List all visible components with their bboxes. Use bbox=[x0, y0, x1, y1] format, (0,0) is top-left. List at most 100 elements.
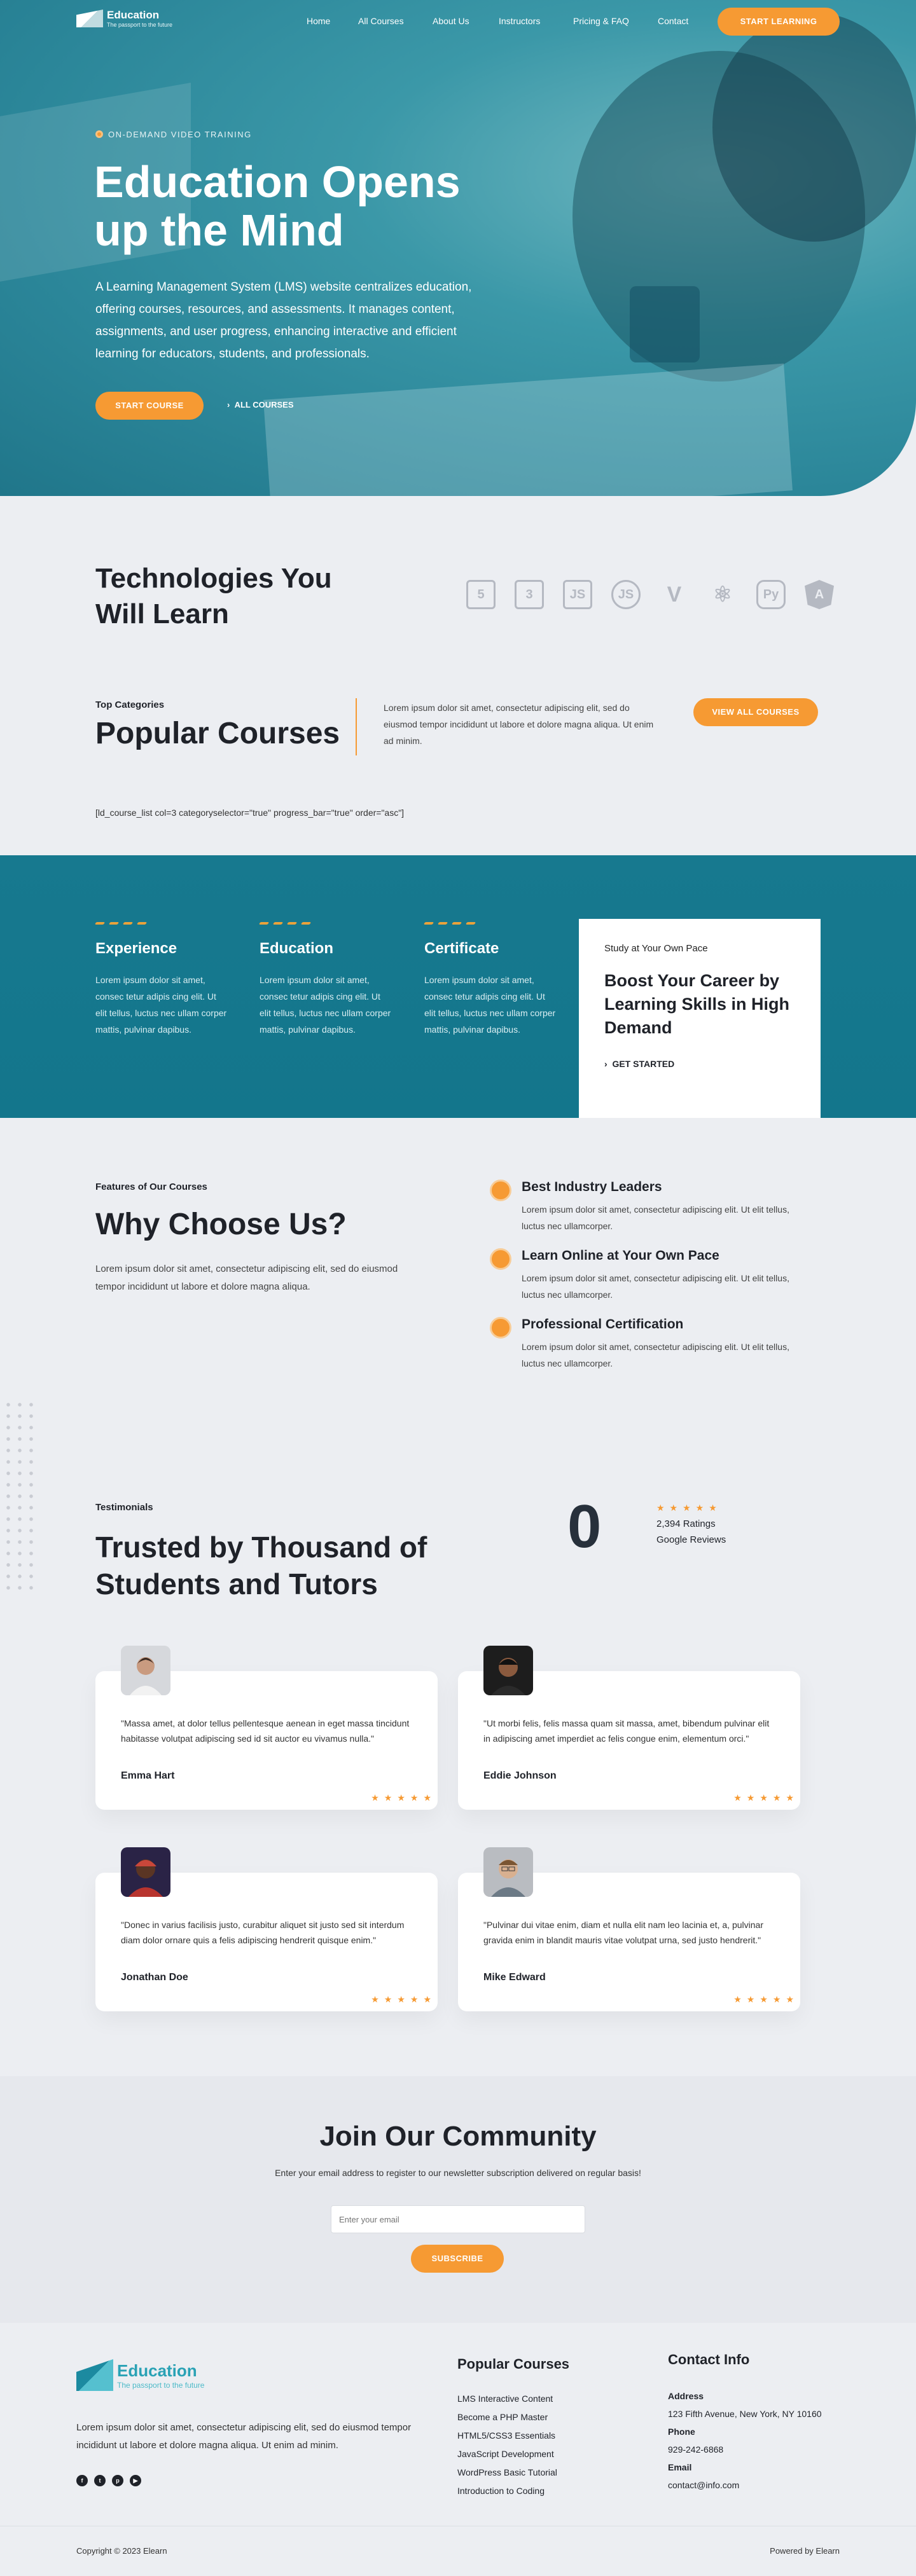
technologies-title: Technologies You Will Learn bbox=[95, 563, 332, 630]
testimonial-name: Eddie Johnson bbox=[483, 1770, 557, 1781]
technology-icons: 5 3 JS JS V ⚛ Py A bbox=[466, 580, 834, 609]
copyright: Copyright © 2023 Elearn bbox=[76, 2546, 167, 2556]
footer-logo[interactable]: Education The passport to the future bbox=[76, 2359, 204, 2391]
feature-text: Lorem ipsum dolor sit amet, consec tetur… bbox=[424, 975, 556, 1035]
feature-certificate: Certificate Lorem ipsum dolor sit amet, … bbox=[423, 922, 558, 1038]
why-item-text: Lorem ipsum dolor sit amet, consectetur … bbox=[522, 1273, 789, 1300]
nav-about-us[interactable]: About Us bbox=[433, 16, 469, 26]
nav-pricing-faq[interactable]: Pricing & FAQ bbox=[573, 16, 629, 26]
testimonial-card: "Pulvinar dui vitae enim, diam et nulla … bbox=[458, 1847, 800, 2011]
hero-paper-shape bbox=[263, 363, 793, 496]
star-rating-icon: ★★★★★ bbox=[371, 1793, 436, 1803]
react-icon: ⚛ bbox=[712, 582, 733, 607]
testimonial-card: "Donec in varius facilisis justo, curabi… bbox=[95, 1847, 438, 2011]
ratings-counter: 0 bbox=[567, 1492, 602, 1560]
community-section bbox=[0, 2076, 916, 2323]
feature-title: Certificate bbox=[424, 940, 499, 957]
clock-icon bbox=[490, 1248, 511, 1270]
email-value[interactable]: contact@info.com bbox=[668, 2476, 822, 2494]
powered-by: Powered by Elearn bbox=[770, 2546, 840, 2556]
person-avatar-icon bbox=[483, 1847, 533, 1897]
logo-tagline: The passport to the future bbox=[107, 22, 173, 28]
angular-icon: A bbox=[805, 580, 834, 609]
logo-name: Education bbox=[107, 9, 160, 21]
hero-title: Education Opens up the Mind bbox=[94, 157, 461, 255]
footer-course-link[interactable]: WordPress Basic Tutorial bbox=[457, 2463, 557, 2482]
nav-home[interactable]: Home bbox=[307, 16, 330, 26]
logo-mark-icon bbox=[76, 10, 103, 27]
testimonial-name: Mike Edward bbox=[483, 1972, 546, 1983]
footer-description: Lorem ipsum dolor sit amet, consectetur … bbox=[76, 2422, 412, 2451]
testimonial-quote: "Massa amet, at dolor tellus pellentesqu… bbox=[121, 1718, 410, 1744]
header-logo[interactable]: Education The passport to the future bbox=[76, 9, 172, 28]
dot-grid-decoration bbox=[3, 1399, 39, 1590]
footer-courses-title: Popular Courses bbox=[457, 2356, 570, 2372]
start-course-button[interactable]: START COURSE bbox=[95, 392, 204, 420]
email-label: Email bbox=[668, 2462, 692, 2472]
all-courses-link[interactable]: › ALL COURSES bbox=[227, 400, 294, 410]
testimonial-name: Jonathan Doe bbox=[121, 1972, 188, 1983]
testimonial-name: Emma Hart bbox=[121, 1770, 175, 1781]
pinterest-icon[interactable]: p bbox=[112, 2475, 123, 2486]
chevron-right-icon: › bbox=[227, 400, 235, 410]
footer-logo-tagline: The passport to the future bbox=[117, 2380, 205, 2390]
email-field[interactable] bbox=[331, 2205, 585, 2233]
testimonials-subtitle: Testimonials bbox=[95, 1502, 153, 1513]
star-rating-icon: ★★★★★ bbox=[733, 1793, 799, 1803]
start-learning-button[interactable]: START LEARNING bbox=[718, 8, 840, 36]
popular-description: Lorem ipsum dolor sit amet, consectetur … bbox=[384, 703, 654, 746]
get-started-link[interactable]: › GET STARTED bbox=[604, 1059, 795, 1069]
why-item-text: Lorem ipsum dolor sit amet, consectetur … bbox=[522, 1342, 789, 1368]
badge-icon bbox=[490, 1317, 511, 1339]
star-rating-icon: ★★★★★ bbox=[656, 1503, 722, 1513]
hero-pretitle-text: ON-DEMAND VIDEO TRAINING bbox=[108, 130, 252, 139]
hero-description: A Learning Management System (LMS) websi… bbox=[95, 280, 472, 361]
community-title: Join Our Community bbox=[319, 2121, 597, 2152]
footer-course-link[interactable]: JavaScript Development bbox=[457, 2445, 557, 2463]
testimonial-card: "Ut morbi felis, felis massa quam sit ma… bbox=[458, 1646, 800, 1810]
why-title: Why Choose Us? bbox=[95, 1208, 347, 1241]
footer-course-link[interactable]: LMS Interactive Content bbox=[457, 2390, 557, 2408]
footer-contact-info: Address 123 Fifth Avenue, New York, NY 1… bbox=[668, 2387, 822, 2494]
why-item-industry-leaders: Best Industry Leaders Lorem ipsum dolor … bbox=[490, 1180, 821, 1237]
twitter-icon[interactable]: t bbox=[94, 2475, 106, 2486]
youtube-icon[interactable]: ▶ bbox=[130, 2475, 141, 2486]
chevron-right-icon: › bbox=[604, 1059, 613, 1069]
testimonial-quote: "Pulvinar dui vitae enim, diam et nulla … bbox=[483, 1920, 763, 1945]
testimonials-title: Trusted by Thousand of Students and Tuto… bbox=[95, 1531, 427, 1601]
facebook-icon[interactable]: f bbox=[76, 2475, 88, 2486]
popular-subtitle: Top Categories bbox=[95, 699, 165, 710]
footer-course-link[interactable]: HTML5/CSS3 Essentials bbox=[457, 2427, 557, 2445]
dash-decoration-icon bbox=[423, 922, 558, 925]
hero-pretitle: ON-DEMAND VIDEO TRAINING bbox=[95, 130, 252, 139]
nav-instructors[interactable]: Instructors bbox=[499, 16, 540, 26]
why-subtitle: Features of Our Courses bbox=[95, 1181, 207, 1192]
testimonial-quote: "Donec in varius facilisis justo, curabi… bbox=[121, 1920, 405, 1945]
rating-summary: ★★★★★ 2,394 Ratings Google Reviews bbox=[656, 1503, 726, 1545]
community-description: Enter your email address to register to … bbox=[275, 2168, 641, 2178]
get-started-label: GET STARTED bbox=[612, 1059, 675, 1069]
pretitle-dot-icon bbox=[95, 130, 103, 138]
nav-contact[interactable]: Contact bbox=[658, 16, 688, 26]
why-item-title: Best Industry Leaders bbox=[522, 1180, 662, 1194]
html5-icon: 5 bbox=[466, 580, 496, 609]
ratings-source: Google Reviews bbox=[656, 1534, 726, 1545]
person-avatar-icon bbox=[483, 1646, 533, 1695]
person-avatar-icon bbox=[121, 1847, 170, 1897]
subscribe-button[interactable]: SUBSCRIBE bbox=[411, 2245, 504, 2273]
why-item-title: Learn Online at Your Own Pace bbox=[522, 1248, 719, 1263]
why-item-text: Lorem ipsum dolor sit amet, consectetur … bbox=[522, 1204, 789, 1231]
feature-text: Lorem ipsum dolor sit amet, consec tetur… bbox=[260, 975, 391, 1035]
address-label: Address bbox=[668, 2391, 704, 2401]
nav-all-courses[interactable]: All Courses bbox=[358, 16, 404, 26]
why-item-own-pace: Learn Online at Your Own Pace Lorem ipsu… bbox=[490, 1248, 821, 1305]
feature-education: Education Lorem ipsum dolor sit amet, co… bbox=[258, 922, 393, 1038]
feature-title: Experience bbox=[95, 940, 177, 957]
javascript-icon: JS bbox=[563, 580, 592, 609]
phone-value[interactable]: 929-242-6868 bbox=[668, 2441, 822, 2458]
footer-course-link[interactable]: Introduction to Coding bbox=[457, 2482, 557, 2500]
footer-logo-name: Education bbox=[117, 2360, 197, 2380]
avatar bbox=[483, 1847, 533, 1897]
view-all-courses-button[interactable]: VIEW ALL COURSES bbox=[693, 698, 818, 726]
footer-course-link[interactable]: Become a PHP Master bbox=[457, 2408, 557, 2427]
